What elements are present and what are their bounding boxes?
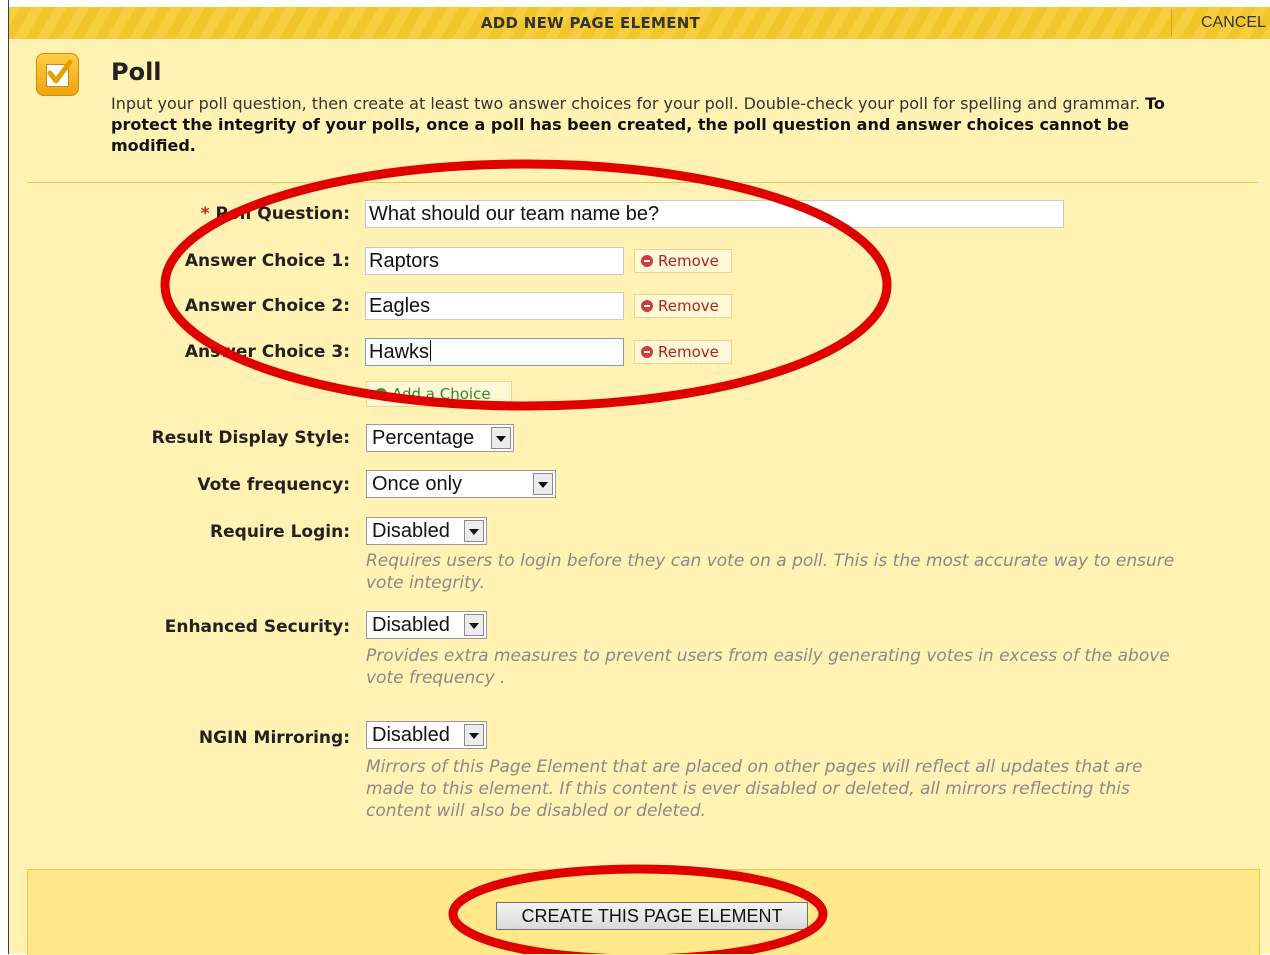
remove-icon [641,300,653,312]
poll-question-label: * Poll Question: [200,204,350,224]
enhanced-security-help: Provides extra measures to prevent users… [366,646,1170,688]
remove-icon [641,255,653,267]
answer-choice-3-input[interactable]: Hawks [365,338,624,366]
cancel-separator [1171,9,1172,37]
answer-choice-2-label: Answer Choice 2: [184,296,350,316]
vote-frequency-select[interactable]: Once only [366,470,556,498]
intro-text: Input your poll question, then create at… [111,93,1201,156]
dialog-title: ADD NEW PAGE ELEMENT [480,14,701,32]
require-login-select[interactable]: Disabled [366,517,487,545]
titlebar: ADD NEW PAGE ELEMENT CANCEL [9,7,1270,39]
answer-choice-1-input[interactable]: Raptors [365,247,624,275]
answer-choice-1-label: Answer Choice 1: [184,251,350,271]
remove-choice-1-button[interactable]: Remove [634,249,732,273]
create-page-element-button[interactable]: CREATE THIS PAGE ELEMENT [496,902,808,930]
top-strip [9,0,1270,7]
poll-checkbox-icon [36,53,79,96]
cancel-button[interactable]: CANCEL [1201,7,1266,39]
ngin-mirroring-help: Mirrors of this Page Element that are pl… [366,757,1143,821]
ngin-mirroring-label: NGIN Mirroring: [198,728,350,748]
answer-choice-3-label: Answer Choice 3: [184,342,350,362]
chevron-down-icon [464,724,484,746]
ngin-mirroring-select[interactable]: Disabled [366,721,487,749]
chevron-down-icon [464,520,484,542]
page-title: Poll [111,58,162,86]
result-display-select[interactable]: Percentage [366,424,514,452]
add-icon [375,388,387,400]
add-choice-button[interactable]: Add a Choice [366,381,512,407]
remove-icon [641,346,653,358]
poll-question-input[interactable]: What should our team name be? [365,200,1064,228]
require-login-help: Requires users to login before they can … [366,551,1175,593]
add-page-element-panel: ADD NEW PAGE ELEMENT CANCEL Poll Input y… [9,0,1270,955]
vote-frequency-label: Vote frequency: [197,475,350,495]
answer-choice-2-input[interactable]: Eagles [365,292,624,320]
require-login-label: Require Login: [210,522,350,542]
divider [27,182,1258,183]
enhanced-security-label: Enhanced Security: [164,617,350,637]
enhanced-security-select[interactable]: Disabled [366,611,487,639]
result-display-label: Result Display Style: [151,428,350,448]
required-marker: * [200,204,210,224]
intro-description: Input your poll question, then create at… [111,94,1141,113]
remove-choice-3-button[interactable]: Remove [634,340,732,364]
chevron-down-icon [491,427,511,449]
footer-bar: CREATE THIS PAGE ELEMENT [27,869,1260,955]
remove-choice-2-button[interactable]: Remove [634,294,732,318]
chevron-down-icon [464,614,484,636]
text-caret [430,340,432,361]
chevron-down-icon [533,473,553,495]
